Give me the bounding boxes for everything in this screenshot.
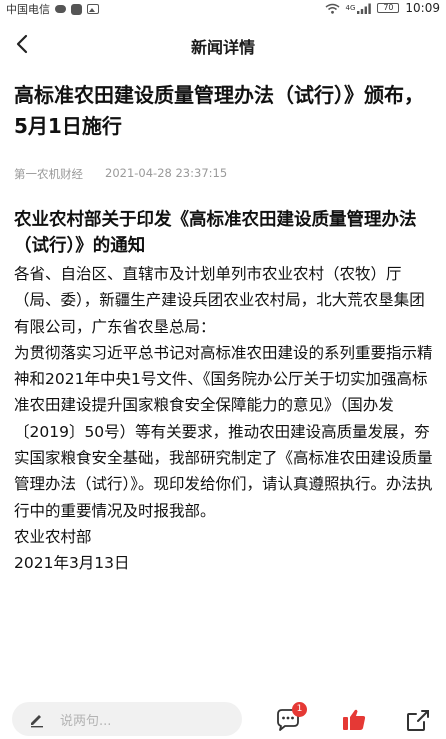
article-datetime: 2021-04-28 23:37:15 xyxy=(105,166,228,180)
comment-count-badge: 1 xyxy=(292,702,307,717)
comment-button[interactable]: 1 xyxy=(273,702,307,735)
clock: 10:09 xyxy=(405,1,440,15)
article-body: 各省、自治区、直辖市及计划单列市农业农村（农牧）厅（局、委），新疆生产建设兵团农… xyxy=(14,261,434,577)
paragraph-main: 为贯彻落实习近平总书记对高标准农田建设的系列重要指示精神和2021年中央1号文件… xyxy=(14,343,433,520)
article-title: 高标准农田建设质量管理办法（试行）》颁布，5月1日施行 xyxy=(14,83,424,138)
status-right: 4G 70 10:09 xyxy=(325,1,440,15)
paragraph-signature: 农业农村部 xyxy=(14,527,92,546)
image-icon xyxy=(87,4,99,14)
battery-level: 70 xyxy=(383,3,394,12)
battery-icon: 70 xyxy=(377,3,400,13)
share-icon xyxy=(407,710,429,731)
chat-bubble-icon xyxy=(55,5,66,13)
carrier-label: 中国电信 xyxy=(6,3,50,16)
nav-bar: 新闻详情 xyxy=(0,26,446,62)
network-label: 4G xyxy=(345,4,356,12)
pen-icon xyxy=(31,715,43,728)
thumbs-up-icon xyxy=(343,709,366,730)
paragraph-date: 2021年3月13日 xyxy=(14,554,130,573)
comment-input[interactable]: 说两句... xyxy=(12,702,242,736)
wifi-icon xyxy=(325,3,339,14)
comment-placeholder: 说两句... xyxy=(60,713,112,729)
article-source[interactable]: 第一农机财经 xyxy=(14,166,83,182)
bottom-bar: 说两句... 1 xyxy=(0,700,446,739)
signal-icon xyxy=(357,3,372,14)
document-heading: 农业农村部关于印发《高标准农田建设质量管理办法（试行）》的通知 xyxy=(14,210,417,256)
like-button[interactable] xyxy=(339,705,369,735)
status-bar: 中国电信 4G 70 10:09 xyxy=(0,0,446,18)
share-button[interactable] xyxy=(402,705,432,735)
status-left: 中国电信 xyxy=(6,1,99,17)
page-title: 新闻详情 xyxy=(190,38,255,57)
paragraph-recipients: 各省、自治区、直辖市及计划单列市农业农村（农牧）厅（局、委），新疆生产建设兵团农… xyxy=(14,265,425,336)
article-meta: 第一农机财经 2021-04-28 23:37:15 xyxy=(14,166,227,182)
app-icon xyxy=(71,3,82,15)
